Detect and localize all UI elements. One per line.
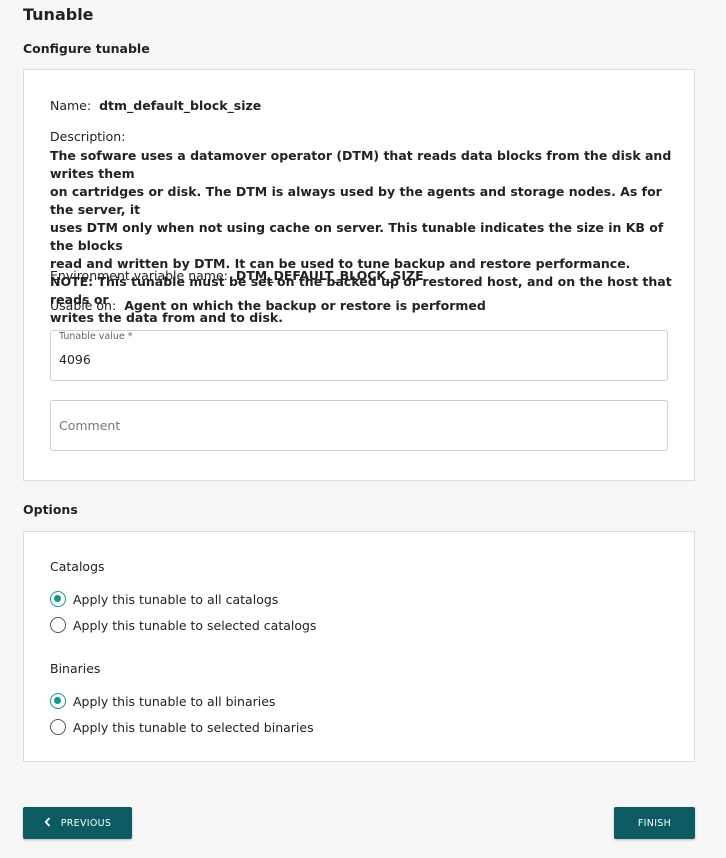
radio-unchecked-icon[interactable]: [50, 719, 66, 735]
env-var-value: DTM_DEFAULT_BLOCK_SIZE: [235, 268, 424, 283]
tunable-value-field[interactable]: Tunable value *: [50, 330, 668, 381]
configure-card: Name: dtm_default_block_size Description:…: [23, 69, 695, 481]
configure-section-title: Configure tunable: [23, 41, 150, 56]
name-value: dtm_default_block_size: [99, 98, 262, 113]
usable-on-value: Agent on which the backup or restore is …: [124, 298, 486, 313]
tunable-value-input[interactable]: [59, 352, 649, 367]
catalogs-label: Catalogs: [50, 559, 105, 574]
radio-all-catalogs[interactable]: Apply this tunable to all catalogs: [50, 590, 278, 608]
finish-button-label: FINISH: [637, 817, 672, 829]
comment-placeholder: Comment: [59, 418, 121, 433]
description-line: The sofware uses a datamover operator (D…: [50, 148, 672, 181]
name-label: Name:: [50, 98, 92, 113]
env-var-label: Environment variable name:: [50, 268, 228, 283]
radio-unchecked-icon[interactable]: [50, 617, 66, 633]
previous-button-label: PREVIOUS: [60, 817, 112, 829]
comment-field[interactable]: Comment: [50, 400, 668, 451]
description-line: uses DTM only when not using cache on se…: [50, 220, 664, 253]
options-section-title: Options: [23, 502, 78, 517]
previous-button[interactable]: PREVIOUS: [23, 807, 132, 839]
chevron-left-icon: [44, 816, 51, 830]
name-row: Name: dtm_default_block_size: [50, 98, 261, 113]
radio-selected-catalogs-label: Apply this tunable to selected catalogs: [73, 617, 317, 633]
radio-checked-icon[interactable]: [50, 591, 66, 607]
usable-on-label: Usable on:: [50, 298, 117, 313]
radio-all-binaries-label: Apply this tunable to all binaries: [73, 693, 276, 709]
description-line: on cartridges or disk. The DTM is always…: [50, 184, 662, 217]
radio-selected-binaries[interactable]: Apply this tunable to selected binaries: [50, 718, 314, 736]
page-title: Tunable: [23, 5, 94, 24]
tunable-value-label: Tunable value *: [59, 331, 133, 342]
radio-all-binaries[interactable]: Apply this tunable to all binaries: [50, 692, 275, 710]
radio-all-catalogs-label: Apply this tunable to all catalogs: [73, 591, 279, 607]
radio-selected-binaries-label: Apply this tunable to selected binaries: [73, 719, 314, 735]
description-label: Description:: [50, 129, 126, 144]
usable-on-row: Usable on: Agent on which the backup or r…: [50, 298, 486, 313]
binaries-label: Binaries: [50, 661, 101, 676]
radio-checked-icon[interactable]: [50, 693, 66, 709]
env-var-row: Environment variable name: DTM_DEFAULT_BL…: [50, 268, 424, 283]
options-card: Catalogs Apply this tunable to all catal…: [23, 531, 695, 762]
finish-button[interactable]: FINISH: [614, 807, 695, 839]
radio-selected-catalogs[interactable]: Apply this tunable to selected catalogs: [50, 616, 316, 634]
